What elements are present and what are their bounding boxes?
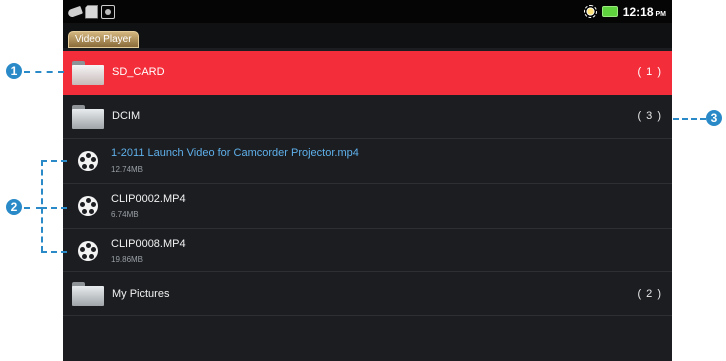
list-item-name: 1-2011 Launch Video for Camcorder Projec…	[111, 147, 359, 159]
callout-2-leader	[24, 207, 42, 209]
app-title-bar: Video Player	[63, 23, 672, 48]
device-screen: 12:18 PM Video Player SD_CARD ( 1 ) DCIM…	[63, 0, 672, 361]
list-item-count: ( 3 )	[637, 110, 662, 122]
list-item-name: DCIM	[112, 110, 141, 122]
callout-2-bracket	[41, 160, 43, 252]
list-item-dcim[interactable]: DCIM ( 3 )	[63, 95, 672, 139]
debug-icon	[101, 4, 115, 19]
list-item-video[interactable]: CLIP0008.MP4 19.86MB	[63, 229, 672, 272]
clock-ampm: PM	[655, 10, 667, 18]
film-reel-icon	[78, 151, 98, 171]
clock-time: 12:18	[622, 4, 654, 19]
callout-3-leader	[673, 118, 706, 120]
brightness-icon	[583, 5, 597, 18]
callout-1: 1	[6, 63, 22, 79]
usb-icon	[67, 5, 83, 18]
folder-icon	[72, 61, 104, 85]
list-item-sd-card[interactable]: SD_CARD ( 1 )	[63, 51, 672, 95]
list-item-size: 6.74MB	[111, 210, 139, 219]
sd-card-icon	[85, 4, 98, 19]
folder-icon	[72, 105, 104, 129]
callout-2-bracket-top	[41, 160, 67, 162]
list-item-video[interactable]: 1-2011 Launch Video for Camcorder Projec…	[63, 139, 672, 184]
list-item-count: ( 2 )	[637, 288, 662, 300]
list-item-size: 19.86MB	[111, 255, 144, 264]
callout-3: 3	[706, 110, 722, 126]
film-reel-icon	[78, 196, 98, 216]
list-item-name: SD_CARD	[112, 66, 165, 78]
callout-2-bracket-bottom	[41, 251, 67, 253]
list-item-my-pictures[interactable]: My Pictures ( 2 )	[63, 272, 672, 316]
list-item-name: CLIP0008.MP4	[111, 238, 186, 250]
list-item-video[interactable]: CLIP0002.MP4 6.74MB	[63, 184, 672, 229]
app-tab[interactable]: Video Player	[68, 31, 139, 48]
status-clock: 12:18 PM	[623, 5, 666, 19]
list-item-count: ( 1 )	[637, 66, 662, 78]
folder-icon	[72, 282, 104, 306]
list-item-name: My Pictures	[112, 288, 170, 300]
callout-1-leader	[24, 71, 64, 73]
battery-icon	[601, 6, 618, 17]
callout-2: 2	[6, 199, 22, 215]
callout-2-bracket-mid	[41, 207, 67, 209]
film-reel-icon	[78, 241, 98, 261]
list-item-size: 12.74MB	[111, 165, 144, 174]
status-bar: 12:18 PM	[63, 0, 672, 23]
list-item-name: CLIP0002.MP4	[111, 193, 186, 205]
